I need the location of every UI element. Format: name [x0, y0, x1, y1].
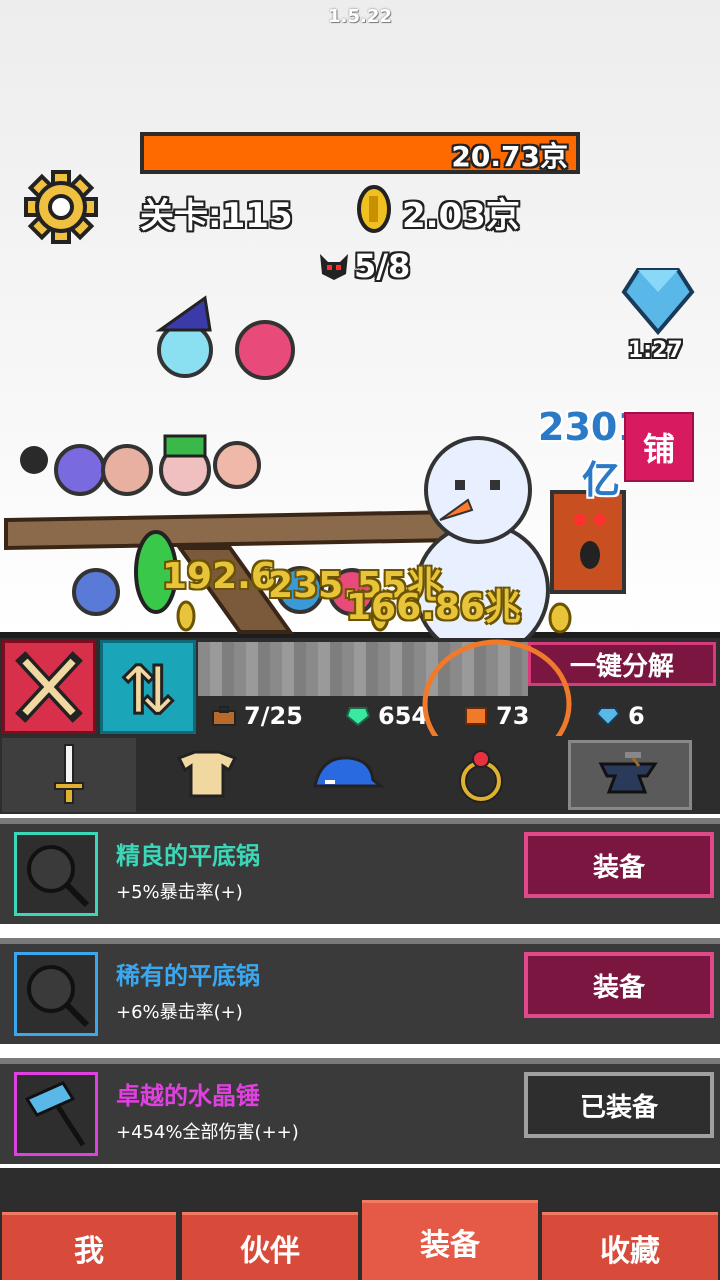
close-x-button[interactable] — [2, 640, 96, 734]
tab-forge[interactable] — [568, 740, 692, 810]
equipment-item-row[interactable]: 精良的平底锅 +5%暴击率(+) 装备 — [0, 818, 720, 924]
crystal-hammer-icon — [24, 1081, 86, 1147]
tab-sword[interactable] — [2, 738, 136, 812]
frying-pan-icon — [27, 965, 90, 1028]
diamond-reward-icon[interactable] — [620, 262, 696, 338]
tab-armor[interactable] — [140, 738, 274, 812]
frying-pan-icon — [27, 845, 90, 908]
equipment-item-row[interactable]: 卓越的水晶锤 +454%全部伤害(++) 已装备 — [0, 1058, 720, 1164]
equip-button[interactable]: 装备 — [524, 952, 714, 1018]
item-slot — [14, 952, 98, 1036]
diamond-count: 6 — [628, 702, 645, 730]
diamond-icon — [596, 707, 620, 726]
boss-hp-bar: 20.73京 — [140, 132, 580, 174]
sword-icon — [54, 744, 84, 804]
diamond-resource: 6 — [596, 700, 645, 732]
version-label: 1.5.22 — [328, 6, 392, 27]
item-description: +454%全部伤害(++) — [116, 1122, 299, 1143]
nav-collection[interactable]: 收藏 — [542, 1212, 718, 1280]
armor-icon — [176, 750, 238, 798]
item-name: 卓越的水晶锤 — [116, 1082, 260, 1110]
swap-button[interactable]: ⇅ — [100, 640, 196, 734]
item-description: +5%暴击率(+) — [116, 882, 243, 903]
green-gem-icon — [346, 707, 370, 726]
demon-icon — [318, 252, 350, 282]
green-gem-resource: 654 — [346, 700, 428, 732]
floating-damage: 192.6 — [162, 556, 276, 597]
equip-button[interactable]: 装备 — [524, 832, 714, 898]
nav-me[interactable]: 我 — [2, 1212, 176, 1280]
battle-scene — [0, 0, 720, 640]
ring-icon — [459, 750, 503, 803]
tab-hat[interactable] — [278, 738, 412, 812]
gold-amount: 2.03京 — [402, 196, 520, 236]
item-slot — [14, 832, 98, 916]
floating-damage: 166.86兆 — [346, 587, 521, 628]
bag-capacity: 7/25 — [212, 700, 303, 732]
bag-count: 7/25 — [244, 702, 303, 730]
gem-timer: 1:27 — [628, 338, 683, 363]
stage-label: 关卡:115 — [140, 196, 293, 236]
bag-icon — [212, 706, 236, 726]
nav-equipment[interactable]: 装备 — [362, 1200, 538, 1280]
svg-text:⇅: ⇅ — [120, 652, 175, 729]
wave-counter: 5/8 — [354, 247, 411, 285]
item-name: 稀有的平底锅 — [116, 962, 260, 990]
gold-coin-icon — [356, 184, 392, 234]
cap-icon — [313, 756, 385, 788]
shop-button[interactable]: 铺 — [624, 412, 694, 482]
nav-partner[interactable]: 伙伴 — [182, 1212, 358, 1280]
anvil-icon — [598, 752, 658, 794]
tab-ring[interactable] — [414, 738, 548, 812]
battle-illustration — [0, 295, 720, 640]
boss-hp-text: 20.73京 — [451, 140, 568, 173]
item-name: 精良的平底锅 — [116, 842, 260, 870]
settings-gear-icon[interactable] — [22, 168, 100, 246]
damage-popup-suffix: 亿 — [582, 458, 621, 502]
item-description: +6%暴击率(+) — [116, 1002, 243, 1023]
equipped-button[interactable]: 已装备 — [524, 1072, 714, 1138]
equipment-item-row[interactable]: 稀有的平底锅 +6%暴击率(+) 装备 — [0, 938, 720, 1044]
item-slot — [14, 1072, 98, 1156]
